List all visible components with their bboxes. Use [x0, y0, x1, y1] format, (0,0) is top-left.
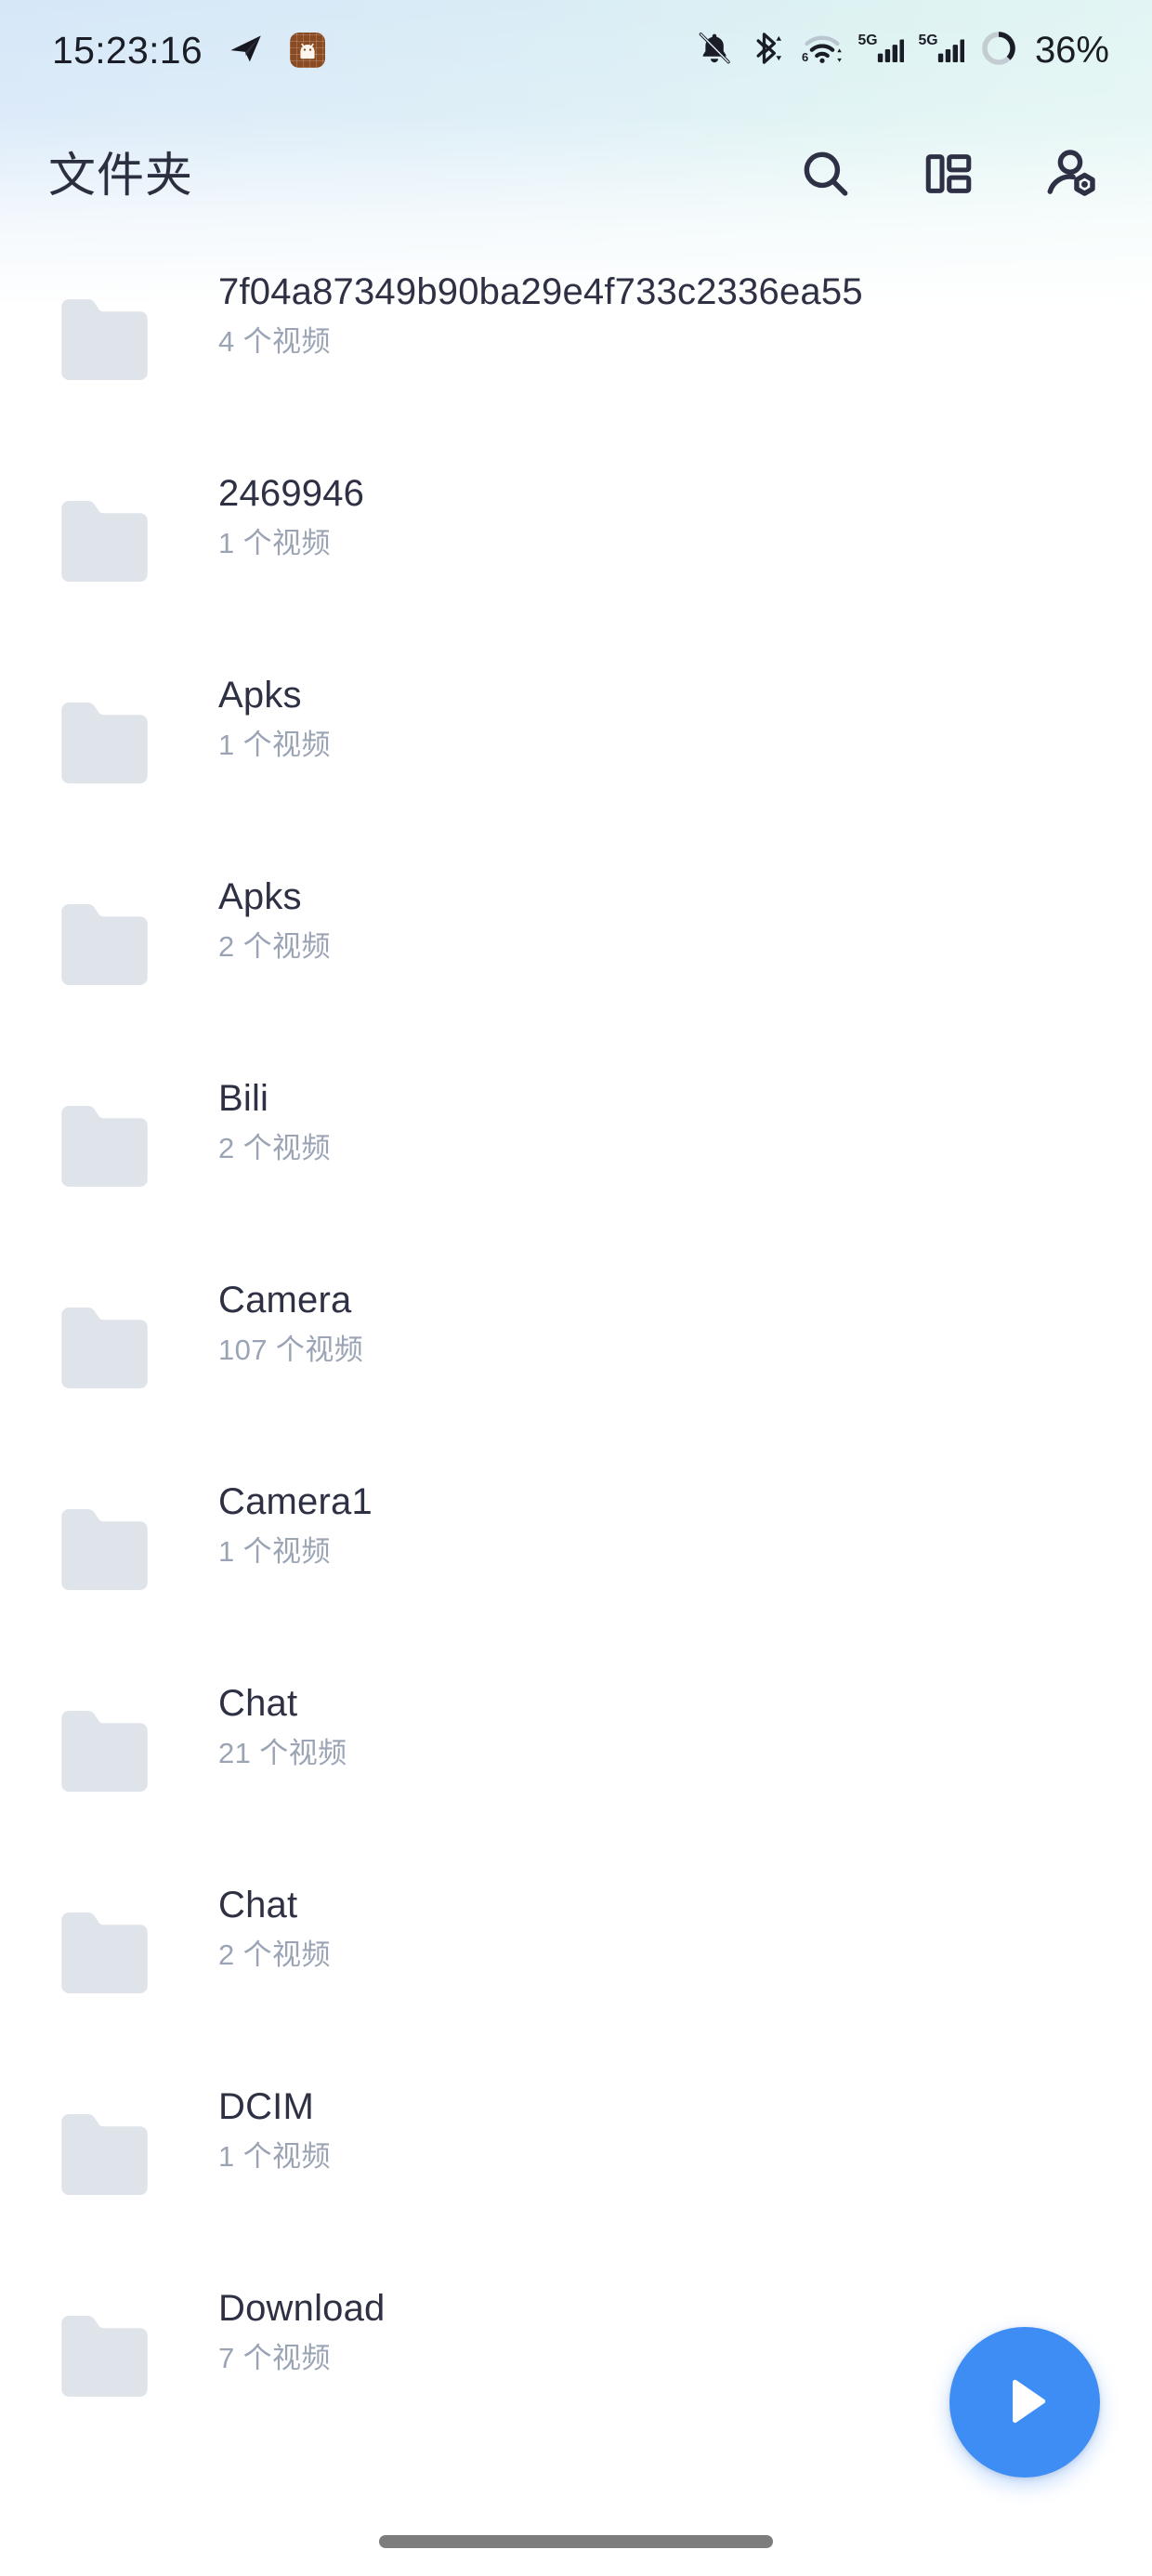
- folder-icon: [53, 1095, 156, 1198]
- folder-row[interactable]: 7f04a87349b90ba29e4f733c2336ea55 4 个视频: [0, 258, 1152, 460]
- folder-list[interactable]: 7f04a87349b90ba29e4f733c2336ea55 4 个视频 246…: [0, 258, 1152, 2477]
- notifications-muted-icon: [695, 29, 734, 72]
- folder-video-count: 1 个视频: [218, 1534, 331, 1568]
- home-gesture-bar[interactable]: [379, 2535, 773, 2548]
- signal-5g-sim1-icon: 5G: [857, 29, 905, 72]
- folder-video-count: 2 个视频: [218, 929, 331, 963]
- bluetooth-transfer-icon: [748, 29, 787, 72]
- play-fab-button[interactable]: [949, 2327, 1100, 2477]
- folder-video-count: 107 个视频: [218, 1333, 364, 1366]
- folder-name: Camera1: [218, 1481, 373, 1522]
- folder-video-count: 2 个视频: [218, 1131, 331, 1164]
- folder-name: DCIM: [218, 2086, 315, 2127]
- folder-text-block: Apks 2 个视频: [218, 863, 331, 963]
- folder-name: 2469946: [218, 473, 365, 514]
- folder-row[interactable]: 2469946 1 个视频: [0, 460, 1152, 662]
- folder-icon: [53, 1296, 156, 1400]
- folder-icon: [53, 288, 156, 391]
- folder-row[interactable]: Camera1 1 个视频: [0, 1468, 1152, 1670]
- folder-text-block: Camera 107 个视频: [218, 1267, 363, 1366]
- view-layout-button[interactable]: [909, 135, 988, 215]
- folder-text-block: 2469946 1 个视频: [218, 460, 364, 559]
- folder-row[interactable]: DCIM 1 个视频: [0, 2073, 1152, 2275]
- folder-video-count: 21 个视频: [218, 1736, 347, 1769]
- folder-name: 7f04a87349b90ba29e4f733c2336ea55: [218, 271, 863, 312]
- account-settings-button[interactable]: [1031, 135, 1111, 215]
- folder-name: Bili: [218, 1078, 269, 1119]
- svg-text:5G: 5G: [918, 32, 937, 47]
- folder-icon: [53, 893, 156, 996]
- folder-text-block: Download 7 个视频: [218, 2275, 386, 2374]
- signal-5g-sim2-icon: 5G: [918, 29, 965, 72]
- folder-row[interactable]: Apks 2 个视频: [0, 863, 1152, 1065]
- folder-text-block: Camera1 1 个视频: [218, 1468, 373, 1568]
- folder-name: Chat: [218, 1885, 298, 1925]
- folder-row[interactable]: Bili 2 个视频: [0, 1065, 1152, 1267]
- folder-name: Chat: [218, 1683, 298, 1724]
- telegram-plane-icon: [227, 29, 266, 72]
- wifi-6-icon: 6: [801, 29, 844, 72]
- folder-icon: [53, 1498, 156, 1601]
- search-icon: [797, 145, 855, 205]
- play-triangle-icon: [990, 2367, 1059, 2438]
- folder-video-count: 1 个视频: [218, 2139, 331, 2173]
- folder-video-count: 4 个视频: [218, 324, 331, 358]
- android-app-icon: [290, 33, 325, 68]
- folder-name: Apks: [218, 876, 302, 917]
- status-bar-right: 6 5G 5G 36%: [695, 28, 1109, 73]
- folder-name: Camera: [218, 1280, 352, 1321]
- status-clock: 15:23:16: [52, 28, 203, 72]
- folder-text-block: Bili 2 个视频: [218, 1065, 331, 1164]
- status-bar-left: 15:23:16: [52, 29, 325, 72]
- page-title: 文件夹: [48, 148, 194, 202]
- folder-icon: [53, 691, 156, 795]
- folder-row[interactable]: Apks 1 个视频: [0, 662, 1152, 863]
- folder-text-block: Chat 21 个视频: [218, 1670, 347, 1769]
- battery-ring-icon: [978, 28, 1019, 73]
- folder-icon: [53, 1901, 156, 2004]
- folder-text-block: 7f04a87349b90ba29e4f733c2336ea55 4 个视频: [218, 258, 863, 358]
- folder-icon: [53, 1700, 156, 1803]
- folder-name: Apks: [218, 675, 302, 716]
- view-layout-icon: [922, 147, 975, 204]
- folder-video-count: 1 个视频: [218, 728, 331, 761]
- folder-icon: [53, 2103, 156, 2206]
- folder-text-block: Apks 1 个视频: [218, 662, 331, 761]
- folder-row[interactable]: Camera 107 个视频: [0, 1267, 1152, 1468]
- folder-icon: [53, 490, 156, 593]
- account-settings-icon: [1042, 145, 1100, 205]
- app-bar: 文件夹: [0, 100, 1152, 249]
- search-button[interactable]: [786, 135, 866, 215]
- folder-name: Download: [218, 2288, 386, 2329]
- app-bar-actions: [786, 135, 1111, 215]
- folder-text-block: DCIM 1 个视频: [218, 2073, 331, 2173]
- folder-row[interactable]: Chat 2 个视频: [0, 1872, 1152, 2073]
- folder-icon: [53, 2305, 156, 2408]
- svg-text:6: 6: [802, 50, 808, 64]
- folder-video-count: 7 个视频: [218, 2341, 331, 2374]
- battery-percent-label: 36%: [1034, 30, 1109, 71]
- folder-row[interactable]: Chat 21 个视频: [0, 1670, 1152, 1872]
- svg-text:5G: 5G: [857, 32, 877, 47]
- status-bar: 15:23:16 6 5G 5G 36%: [0, 0, 1152, 100]
- folder-text-block: Chat 2 个视频: [218, 1872, 331, 1971]
- folder-video-count: 2 个视频: [218, 1938, 331, 1971]
- folder-video-count: 1 个视频: [218, 526, 331, 559]
